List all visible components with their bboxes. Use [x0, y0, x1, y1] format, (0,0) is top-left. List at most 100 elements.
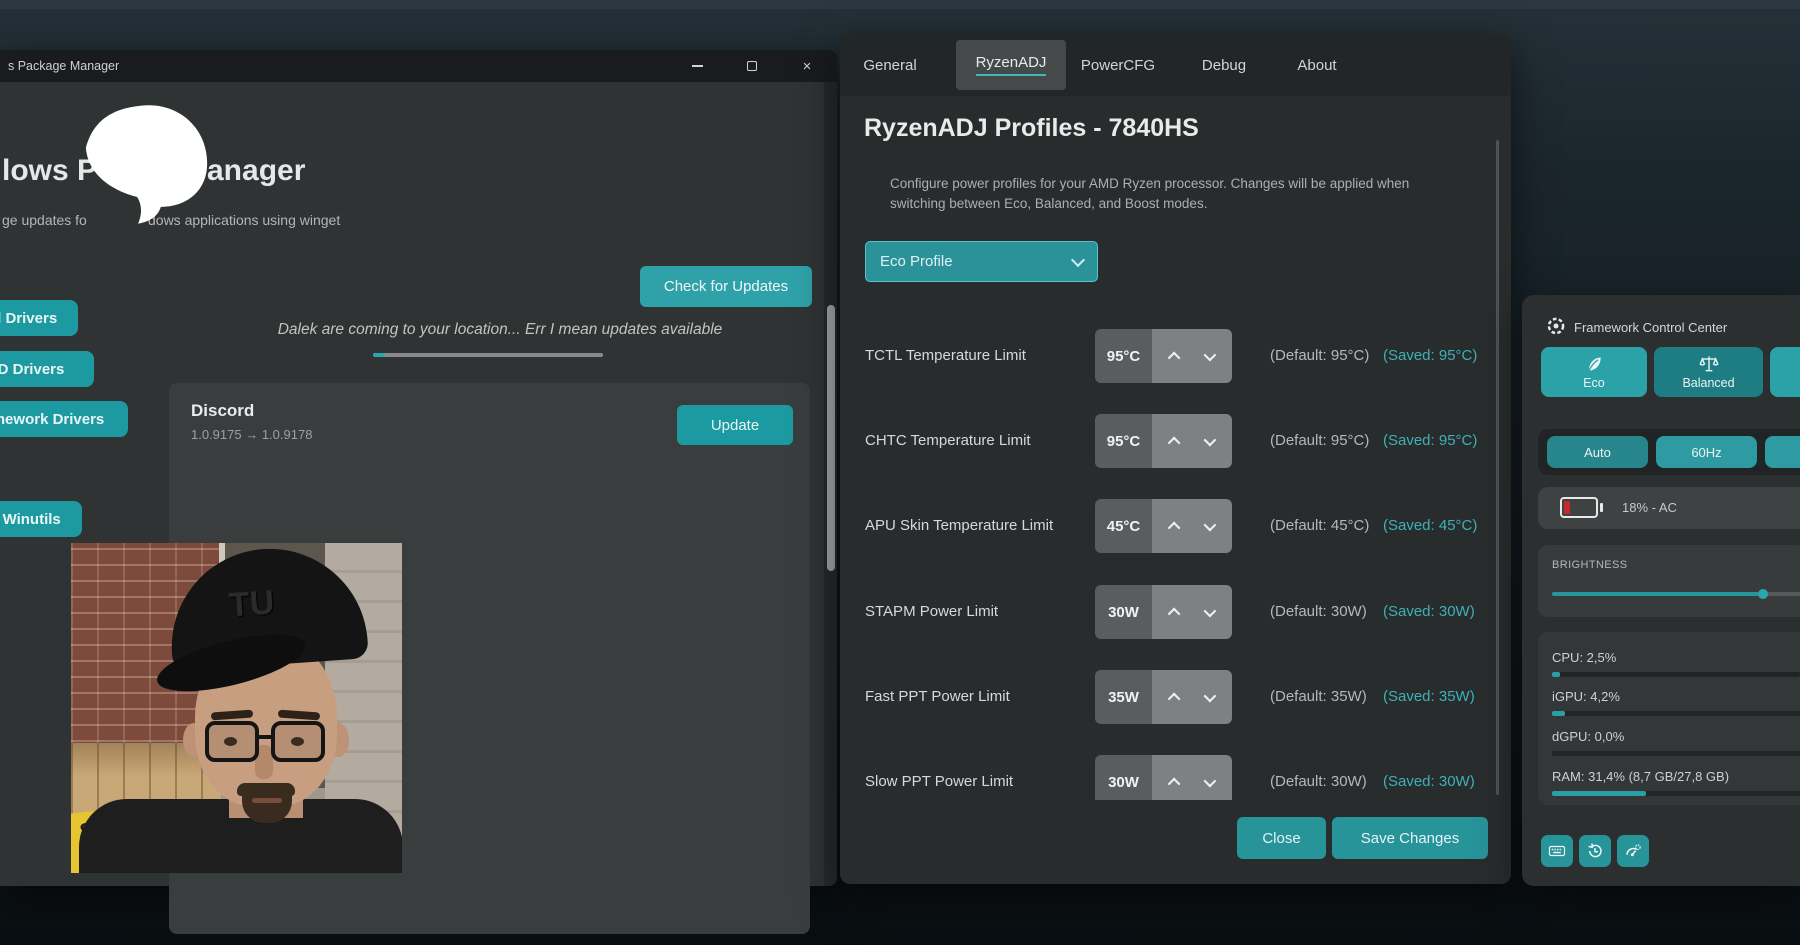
- value-spinner: 30W: [1095, 585, 1232, 639]
- app-version-change: 1.0.9175 → 1.0.9178: [191, 427, 312, 442]
- update-history-button[interactable]: [1579, 835, 1611, 867]
- ryzenadj-window: General RyzenADJ PowerCFG Debug About Ry…: [840, 34, 1511, 884]
- framework-drivers-button[interactable]: mework Drivers: [0, 401, 128, 437]
- glasses-bridge: [257, 735, 273, 739]
- tab-powercfg[interactable]: PowerCFG: [1072, 40, 1164, 90]
- default-value-text: (Default: 30W): [1270, 603, 1367, 620]
- value-spinner: 30W: [1095, 755, 1232, 800]
- saved-value-text: (Saved: 95°C): [1383, 347, 1477, 364]
- decrement-button[interactable]: [1204, 689, 1217, 702]
- brightness-label: BRIGHTNESS: [1552, 559, 1628, 571]
- setting-label: CHTC Temperature Limit: [865, 432, 1031, 449]
- person-mouth: [252, 798, 282, 803]
- app-name: Discord: [191, 401, 254, 421]
- decrement-button[interactable]: [1204, 433, 1217, 446]
- save-changes-button[interactable]: Save Changes: [1332, 817, 1488, 859]
- maximize-button[interactable]: [727, 50, 777, 82]
- increment-button[interactable]: [1168, 436, 1181, 449]
- wallpaper-top-strip: [0, 0, 1800, 9]
- value-spinner: 95°C: [1095, 329, 1232, 383]
- saved-value-text: (Saved: 30W): [1383, 773, 1475, 790]
- setting-row-slow-ppt: Slow PPT Power Limit 30W (Default: 30W) …: [840, 755, 1511, 800]
- scrollbar-thumb[interactable]: [1496, 140, 1499, 795]
- setting-label: Slow PPT Power Limit: [865, 773, 1013, 790]
- value-spinner: 45°C: [1095, 499, 1232, 553]
- spinner-value: 45°C: [1095, 499, 1152, 553]
- spinner-value: 95°C: [1095, 329, 1152, 383]
- cpu-stat-bar: [1552, 672, 1800, 677]
- brightness-fill: [1552, 592, 1759, 596]
- setting-row-stapm: STAPM Power Limit 30W (Default: 30W) (Sa…: [840, 585, 1511, 639]
- decrement-button[interactable]: [1204, 604, 1217, 617]
- saved-value-text: (Saved: 30W): [1383, 603, 1475, 620]
- tab-debug[interactable]: Debug: [1178, 40, 1270, 90]
- brightness-slider[interactable]: [1552, 592, 1800, 596]
- update-progress-fill: [373, 353, 385, 357]
- panel-title: Framework Control Center: [1574, 320, 1727, 335]
- refresh-60hz-button[interactable]: 60Hz: [1656, 436, 1757, 468]
- white-scribble-overlay: [76, 100, 214, 224]
- dgpu-stat-bar: [1552, 751, 1800, 756]
- increment-button[interactable]: [1168, 777, 1181, 790]
- setting-label: Fast PPT Power Limit: [865, 688, 1010, 705]
- update-button[interactable]: Update: [677, 405, 793, 445]
- setting-row-apu-skin: APU Skin Temperature Limit 45°C (Default…: [840, 499, 1511, 553]
- tab-about[interactable]: About: [1271, 40, 1363, 90]
- boost-mode-button-clipped[interactable]: [1770, 347, 1800, 397]
- desktop: s Package Manager × lows P anager ge upd…: [0, 0, 1800, 945]
- settings-list: TCTL Temperature Limit 95°C (Default: 95…: [840, 234, 1511, 800]
- refresh-rate-group: Auto 60Hz: [1538, 429, 1800, 475]
- increment-button[interactable]: [1168, 351, 1181, 364]
- update-progress-bar: [373, 353, 603, 357]
- scrollbar-thumb[interactable]: [827, 305, 835, 571]
- keyboard-icon: [1548, 842, 1566, 860]
- close-button[interactable]: ×: [782, 50, 832, 82]
- webcam-overlay: SOL DES TU: [71, 543, 402, 873]
- ram-stat-fill: [1552, 791, 1646, 796]
- battery-icon: [1560, 497, 1598, 518]
- page-subtitle-fragment-left: ge updates fo: [2, 212, 87, 228]
- battery-fill: [1564, 501, 1570, 514]
- intel-drivers-button[interactable]: el Drivers: [0, 300, 78, 336]
- saved-value-text: (Saved: 45°C): [1383, 517, 1477, 534]
- amd-drivers-button[interactable]: D Drivers: [0, 351, 94, 387]
- minimize-icon: [692, 65, 703, 67]
- brightness-section: BRIGHTNESS: [1538, 545, 1800, 617]
- dgpu-stat-label: dGPU: 0,0%: [1552, 729, 1624, 744]
- close-dialog-button[interactable]: Close: [1237, 817, 1326, 859]
- default-value-text: (Default: 30W): [1270, 773, 1367, 790]
- decrement-button[interactable]: [1204, 518, 1217, 531]
- battery-status-row: 18% - AC: [1538, 487, 1800, 529]
- eco-mode-button[interactable]: Eco: [1541, 347, 1647, 397]
- package-manager-titlebar[interactable]: s Package Manager ×: [0, 50, 837, 82]
- ram-stat-label: RAM: 31,4% (8,7 GB/27,8 GB): [1552, 769, 1729, 784]
- spinner-arrows: [1152, 755, 1232, 800]
- performance-tuning-button[interactable]: [1617, 835, 1649, 867]
- decrement-button[interactable]: [1204, 774, 1217, 787]
- spinner-arrows: [1152, 329, 1232, 383]
- glasses-right-lens: [271, 721, 325, 762]
- framework-control-center-panel: Framework Control Center Eco Balanced: [1522, 295, 1800, 886]
- decrement-button[interactable]: [1204, 348, 1217, 361]
- spinner-value: 95°C: [1095, 414, 1152, 468]
- close-icon: ×: [803, 59, 812, 74]
- refresh-auto-button[interactable]: Auto: [1547, 436, 1648, 468]
- tab-general[interactable]: General: [844, 40, 936, 90]
- scrollbar-track[interactable]: [824, 82, 837, 886]
- mode-label: Eco: [1583, 376, 1605, 390]
- winutils-button[interactable]: T Winutils: [0, 501, 82, 537]
- increment-button[interactable]: [1168, 692, 1181, 705]
- cpu-stat-label: CPU: 2,5%: [1552, 650, 1616, 665]
- tab-ryzenadj[interactable]: RyzenADJ: [956, 40, 1066, 90]
- balanced-mode-button[interactable]: Balanced: [1654, 347, 1763, 397]
- increment-button[interactable]: [1168, 607, 1181, 620]
- saved-value-text: (Saved: 95°C): [1383, 432, 1477, 449]
- default-value-text: (Default: 35W): [1270, 688, 1367, 705]
- clock-refresh-icon: [1586, 842, 1604, 860]
- refresh-rate-button-clipped[interactable]: [1765, 436, 1800, 468]
- check-for-updates-button[interactable]: Check for Updates: [640, 266, 812, 307]
- keyboard-settings-button[interactable]: [1541, 835, 1573, 867]
- minimize-button[interactable]: [672, 50, 722, 82]
- setting-row-chtc: CHTC Temperature Limit 95°C (Default: 95…: [840, 414, 1511, 468]
- increment-button[interactable]: [1168, 521, 1181, 534]
